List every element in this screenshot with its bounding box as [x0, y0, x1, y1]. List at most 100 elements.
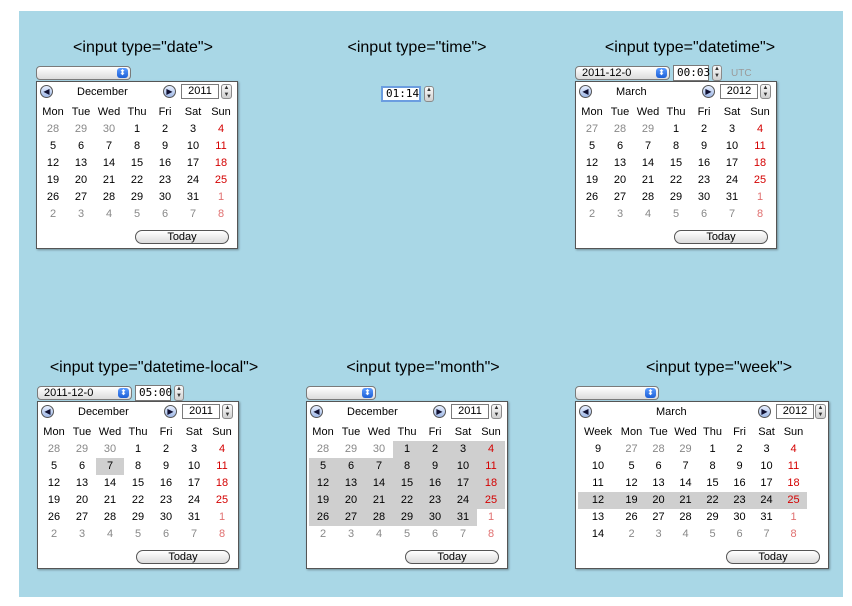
day-cell[interactable]: 26: [578, 189, 606, 206]
year-stepper[interactable]: ▲ ▼: [491, 404, 502, 419]
day-cell[interactable]: 1: [699, 441, 726, 458]
day-cell[interactable]: 17: [718, 155, 746, 172]
day-cell[interactable]: 6: [152, 526, 180, 543]
datetime-local-date-dropdown[interactable]: 2011-12-0 ⬍: [37, 386, 132, 400]
year-field[interactable]: 2012: [720, 84, 758, 99]
day-cell[interactable]: 11: [746, 138, 774, 155]
day-cell[interactable]: 16: [421, 475, 449, 492]
today-button[interactable]: Today: [674, 230, 768, 244]
day-cell[interactable]: 25: [746, 172, 774, 189]
next-month-button[interactable]: ▶: [164, 405, 177, 418]
day-cell[interactable]: 11: [207, 138, 235, 155]
week-dropdown[interactable]: ⬍: [575, 386, 659, 400]
day-cell[interactable]: 19: [40, 492, 68, 509]
day-cell[interactable]: 14: [634, 155, 662, 172]
day-cell[interactable]: 4: [95, 206, 123, 223]
day-cell[interactable]: 5: [309, 458, 337, 475]
day-cell[interactable]: 1: [124, 441, 152, 458]
day-cell[interactable]: 28: [606, 121, 634, 138]
day-cell[interactable]: 26: [618, 509, 645, 526]
day-cell[interactable]: 30: [96, 441, 124, 458]
day-cell[interactable]: 10: [449, 458, 477, 475]
day-cell[interactable]: 1: [780, 509, 807, 526]
year-field[interactable]: 2011: [181, 84, 219, 99]
day-cell[interactable]: 2: [578, 206, 606, 223]
day-cell[interactable]: 5: [662, 206, 690, 223]
day-cell[interactable]: 2: [152, 441, 180, 458]
day-cell[interactable]: 12: [309, 475, 337, 492]
day-cell[interactable]: 30: [726, 509, 753, 526]
week-number[interactable]: 14: [578, 526, 618, 543]
day-cell[interactable]: 19: [39, 172, 67, 189]
day-cell[interactable]: 8: [699, 458, 726, 475]
day-cell[interactable]: 3: [180, 441, 208, 458]
day-cell[interactable]: 27: [67, 189, 95, 206]
day-cell[interactable]: 28: [39, 121, 67, 138]
day-cell[interactable]: 5: [40, 458, 68, 475]
day-cell[interactable]: 4: [96, 526, 124, 543]
day-cell[interactable]: 15: [124, 475, 152, 492]
day-cell[interactable]: 8: [393, 458, 421, 475]
prev-month-button[interactable]: ◀: [579, 405, 592, 418]
day-cell[interactable]: 18: [780, 475, 807, 492]
day-cell[interactable]: 3: [718, 121, 746, 138]
day-cell[interactable]: 6: [337, 458, 365, 475]
year-field[interactable]: 2012: [776, 404, 814, 419]
week-number[interactable]: 12: [578, 492, 618, 509]
day-cell[interactable]: 4: [634, 206, 662, 223]
prev-month-button[interactable]: ◀: [41, 405, 54, 418]
day-cell[interactable]: 7: [95, 138, 123, 155]
day-cell[interactable]: 24: [179, 172, 207, 189]
day-cell[interactable]: 29: [662, 189, 690, 206]
day-cell[interactable]: 9: [152, 458, 180, 475]
day-cell[interactable]: 27: [337, 509, 365, 526]
day-cell[interactable]: 23: [151, 172, 179, 189]
day-cell[interactable]: 30: [690, 189, 718, 206]
day-cell[interactable]: 6: [690, 206, 718, 223]
day-cell[interactable]: 16: [690, 155, 718, 172]
day-cell[interactable]: 10: [753, 458, 780, 475]
day-cell[interactable]: 15: [699, 475, 726, 492]
year-stepper[interactable]: ▲ ▼: [760, 84, 771, 99]
day-cell[interactable]: 29: [67, 121, 95, 138]
month-dropdown[interactable]: ⬍: [306, 386, 376, 400]
day-cell[interactable]: 19: [618, 492, 645, 509]
day-cell[interactable]: 6: [421, 526, 449, 543]
week-number[interactable]: 10: [578, 458, 618, 475]
day-cell[interactable]: 25: [207, 172, 235, 189]
day-cell[interactable]: 28: [96, 509, 124, 526]
day-cell[interactable]: 2: [690, 121, 718, 138]
day-cell[interactable]: 3: [337, 526, 365, 543]
today-button[interactable]: Today: [136, 550, 230, 564]
day-cell[interactable]: 27: [645, 509, 672, 526]
day-cell[interactable]: 29: [393, 509, 421, 526]
day-cell[interactable]: 13: [337, 475, 365, 492]
day-cell[interactable]: 4: [477, 441, 505, 458]
day-cell[interactable]: 20: [337, 492, 365, 509]
day-cell[interactable]: 15: [393, 475, 421, 492]
day-cell[interactable]: 2: [151, 121, 179, 138]
day-cell[interactable]: 19: [309, 492, 337, 509]
day-cell[interactable]: 5: [699, 526, 726, 543]
day-cell[interactable]: 3: [179, 121, 207, 138]
day-cell[interactable]: 30: [95, 121, 123, 138]
day-cell[interactable]: 20: [67, 172, 95, 189]
day-cell[interactable]: 7: [718, 206, 746, 223]
day-cell[interactable]: 29: [634, 121, 662, 138]
day-cell[interactable]: 24: [449, 492, 477, 509]
day-cell[interactable]: 8: [208, 526, 236, 543]
day-cell[interactable]: 2: [618, 526, 645, 543]
day-cell[interactable]: 14: [95, 155, 123, 172]
day-cell[interactable]: 28: [40, 441, 68, 458]
day-cell[interactable]: 13: [606, 155, 634, 172]
day-cell[interactable]: 31: [449, 509, 477, 526]
day-cell[interactable]: 12: [578, 155, 606, 172]
day-cell[interactable]: 26: [39, 189, 67, 206]
day-cell[interactable]: 25: [780, 492, 807, 509]
day-cell[interactable]: 2: [309, 526, 337, 543]
year-stepper[interactable]: ▲ ▼: [815, 404, 826, 419]
day-cell[interactable]: 27: [578, 121, 606, 138]
day-cell[interactable]: 8: [124, 458, 152, 475]
today-button[interactable]: Today: [726, 550, 820, 564]
day-cell[interactable]: 16: [726, 475, 753, 492]
